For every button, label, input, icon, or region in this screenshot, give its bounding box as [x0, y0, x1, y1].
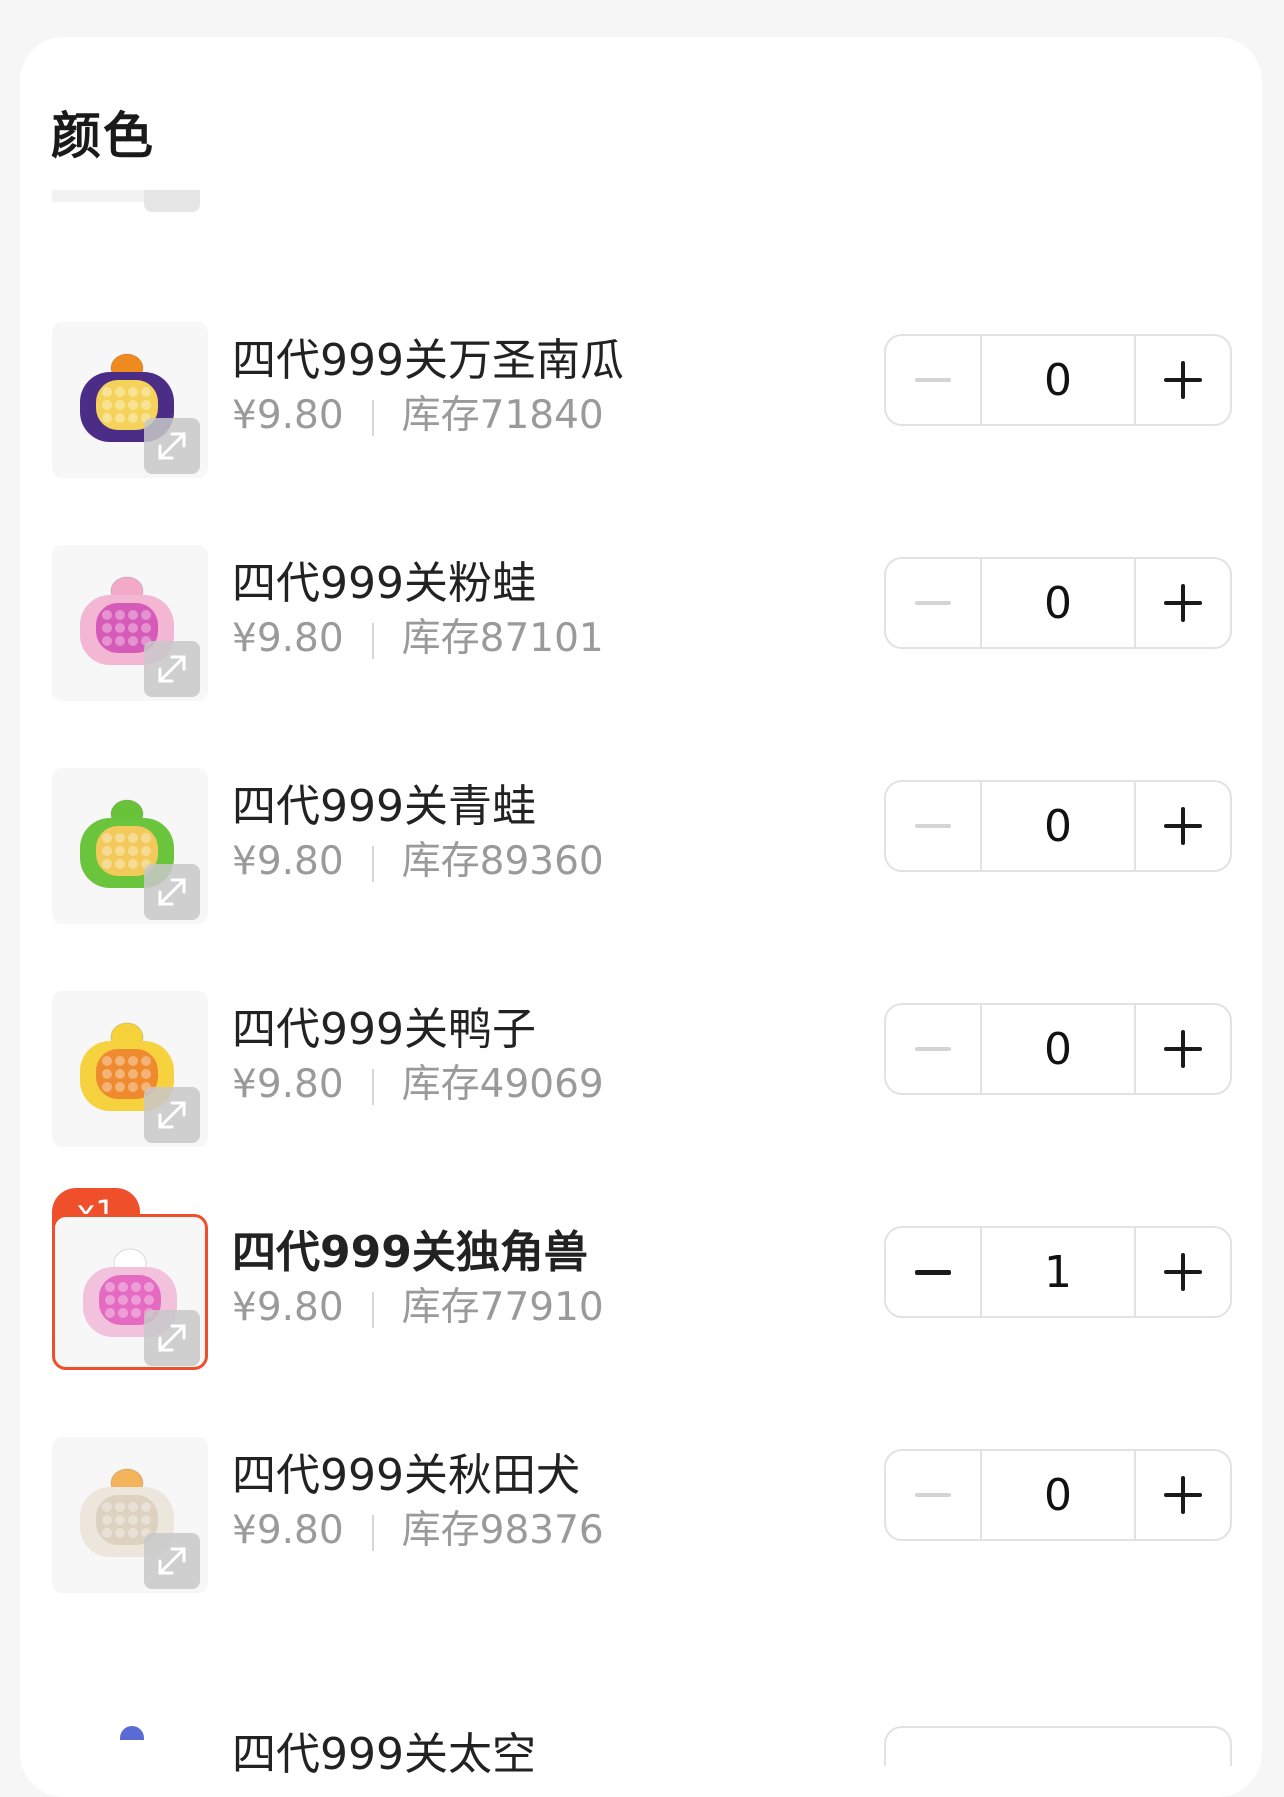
sku-stock: 库存71840 [401, 393, 604, 438]
partial-quantity-stepper[interactable] [884, 1726, 1232, 1766]
sku-price: ¥9.80 [232, 839, 344, 884]
quantity-stepper: 0 [884, 557, 1232, 649]
increment-button[interactable] [1134, 336, 1230, 424]
sku-name: 四代999关青蛙 [232, 781, 536, 832]
sku-meta: ¥9.80 库存77910 [232, 1276, 604, 1332]
sku-name: 四代999关粉蛙 [232, 558, 536, 609]
divider [371, 1291, 374, 1328]
sku-stock: 库存98376 [401, 1508, 604, 1553]
increment-button[interactable] [1134, 1228, 1230, 1316]
sku-price: ¥9.80 [232, 616, 344, 661]
decrement-button[interactable] [886, 1005, 982, 1093]
quantity-value[interactable]: 0 [982, 336, 1134, 424]
sku-row: 四代999关粉蛙 ¥9.80 库存87101 0 [0, 545, 1284, 701]
minus-icon [915, 601, 951, 605]
sku-row: 四代999关鸭子 ¥9.80 库存49069 0 [0, 991, 1284, 1147]
plus-icon [1164, 1476, 1202, 1514]
sku-price: ¥9.80 [232, 1285, 344, 1330]
decrement-button[interactable] [886, 1451, 982, 1539]
plus-icon [1164, 1030, 1202, 1068]
sku-price: ¥9.80 [232, 393, 344, 438]
sku-meta: ¥9.80 库存49069 [232, 1053, 604, 1109]
divider [371, 1514, 374, 1551]
minus-icon [915, 1047, 951, 1051]
quantity-value[interactable]: 0 [982, 1005, 1134, 1093]
sku-meta: ¥9.80 库存98376 [232, 1499, 604, 1555]
sku-stock: 库存49069 [401, 1062, 604, 1107]
sku-row: 四代999关青蛙 ¥9.80 库存89360 0 [0, 768, 1284, 924]
expand-icon[interactable] [144, 864, 200, 920]
sku-row: 四代999关万圣南瓜 ¥9.80 库存71840 0 [0, 322, 1284, 478]
divider [371, 1068, 374, 1105]
expand-icon[interactable] [144, 1087, 200, 1143]
increment-button[interactable] [1134, 559, 1230, 647]
sku-stock: 库存77910 [401, 1285, 604, 1330]
sku-price: ¥9.80 [232, 1508, 344, 1553]
sku-stock: 库存87101 [401, 616, 604, 661]
section-title: 颜色 [51, 107, 155, 165]
plus-icon [1164, 807, 1202, 845]
sku-row: x1 四代999关独角兽 ¥9.80 库存77910 1 [0, 1188, 1284, 1370]
sku-meta: ¥9.80 库存87101 [232, 607, 604, 663]
sku-row: 四代999关秋田犬 ¥9.80 库存98376 0 [0, 1437, 1284, 1593]
sku-name: 四代999关万圣南瓜 [232, 335, 624, 386]
decrement-button[interactable] [886, 782, 982, 870]
expand-icon[interactable] [144, 1533, 200, 1589]
sku-name: 四代999关秋田犬 [232, 1450, 580, 1501]
minus-icon [915, 1269, 951, 1275]
sku-name: 四代999关鸭子 [232, 1004, 536, 1055]
increment-button[interactable] [1134, 1451, 1230, 1539]
expand-icon[interactable] [144, 418, 200, 474]
plus-icon [1164, 1253, 1202, 1291]
sku-meta: ¥9.80 库存71840 [232, 384, 604, 440]
decrement-button[interactable] [886, 1228, 982, 1316]
expand-icon[interactable] [144, 1310, 200, 1366]
expand-icon[interactable] [144, 641, 200, 697]
divider [371, 622, 374, 659]
sku-price: ¥9.80 [232, 1062, 344, 1107]
sku-name: 四代999关独角兽 [232, 1227, 588, 1278]
sku-stock: 库存89360 [401, 839, 604, 884]
increment-button[interactable] [1134, 1005, 1230, 1093]
sku-meta: ¥9.80 库存89360 [232, 830, 604, 886]
minus-icon [915, 824, 951, 828]
quantity-stepper: 0 [884, 334, 1232, 426]
plus-icon [1164, 361, 1202, 399]
quantity-value[interactable]: 0 [982, 1451, 1134, 1539]
expand-icon[interactable] [144, 190, 200, 212]
divider [371, 399, 374, 436]
minus-icon [915, 1493, 951, 1497]
decrement-button[interactable] [886, 336, 982, 424]
decrement-button[interactable] [886, 559, 982, 647]
plus-icon [1164, 584, 1202, 622]
quantity-value[interactable]: 0 [982, 782, 1134, 870]
quantity-stepper: 0 [884, 780, 1232, 872]
partial-item-name: 四代999关太空 [232, 1729, 536, 1780]
quantity-value[interactable]: 0 [982, 559, 1134, 647]
increment-button[interactable] [1134, 782, 1230, 870]
quantity-stepper: 0 [884, 1449, 1232, 1541]
quantity-value[interactable]: 1 [982, 1228, 1134, 1316]
quantity-stepper: 1 [884, 1226, 1232, 1318]
minus-icon [915, 378, 951, 382]
divider [371, 845, 374, 882]
quantity-stepper: 0 [884, 1003, 1232, 1095]
